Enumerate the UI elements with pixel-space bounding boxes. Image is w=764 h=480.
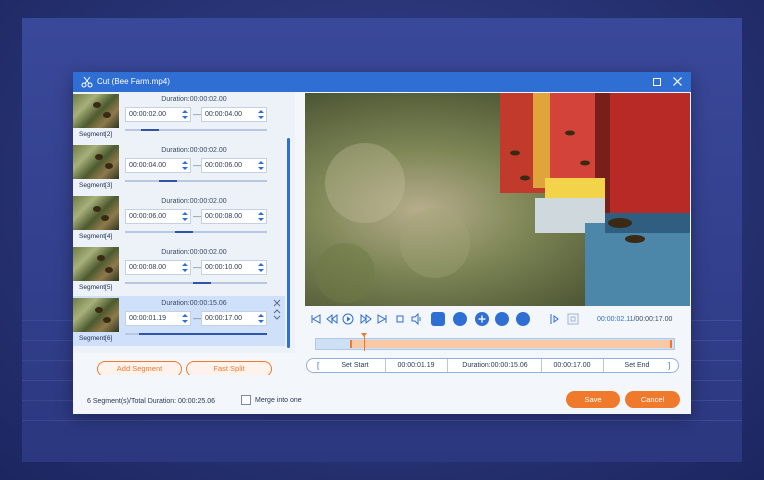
segment-item-selected[interactable]: Segment[6] Duration:00:00:15.06 00:00:01… (73, 296, 285, 346)
segment-duration: Duration:00:00:02.00 (161, 249, 227, 256)
set-start-button[interactable]: Set Start (323, 359, 387, 372)
segment-start-field[interactable]: 00:00:08.00 (125, 260, 191, 275)
move-down-icon[interactable] (273, 315, 281, 321)
spinner-icon[interactable] (258, 262, 264, 273)
spinner-icon[interactable] (182, 211, 188, 222)
segment-end-field[interactable]: 00:00:10.00 (201, 260, 267, 275)
spinner-icon[interactable] (182, 160, 188, 171)
range-duration: Duration:00:00:15.06 (462, 362, 528, 369)
playhead[interactable] (361, 333, 367, 351)
segment-thumbnail (73, 298, 119, 332)
set-range-bar: [ Set Start 00:00:01.19 Duration:00:00:1… (306, 358, 679, 373)
title-bar: Cut (Bee Farm.mp4) (73, 72, 691, 92)
range-dash: — (193, 314, 201, 323)
spinner-icon[interactable] (258, 109, 264, 120)
player-controls: 00:00:02.11/00:00:17.00 (305, 310, 690, 330)
segment-duration: Duration:00:00:02.00 (161, 147, 227, 154)
reset-icon[interactable] (516, 312, 530, 326)
segment-start-field[interactable]: 00:00:04.00 (125, 158, 191, 173)
segment-item[interactable]: Segment[5] Duration:00:00:02.00 00:00:08… (73, 245, 285, 295)
segment-summary: 6 Segment(s)/Total Duration: 00:00:25.06 (87, 398, 216, 405)
merge-checkbox[interactable] (241, 395, 251, 405)
spinner-icon[interactable] (182, 313, 188, 324)
duplicate-icon[interactable] (495, 312, 509, 326)
spinner-icon[interactable] (182, 109, 188, 120)
segment-range-bar (125, 129, 267, 131)
spinner-icon[interactable] (258, 160, 264, 171)
segment-end-field[interactable]: 00:00:04.00 (201, 107, 267, 122)
segment-label: Segment[6] (79, 335, 113, 342)
range-dash: — (193, 212, 201, 221)
stop-icon[interactable] (394, 313, 406, 325)
segment-end-field[interactable]: 00:00:08.00 (201, 209, 267, 224)
segment-start-field[interactable]: 00:00:06.00 (125, 209, 191, 224)
close-icon[interactable] (672, 76, 683, 87)
segment-duration: Duration:00:00:02.00 (161, 96, 227, 103)
delete-segment-icon[interactable] (273, 299, 281, 307)
bee-hive-frame (305, 93, 690, 306)
split-icon[interactable] (431, 312, 445, 326)
cancel-button[interactable]: Cancel (625, 391, 680, 408)
segment-range-bar (125, 333, 267, 335)
segment-list-scrollbar[interactable] (287, 138, 290, 348)
segment-start-field[interactable]: 00:00:01.19 (125, 311, 191, 326)
merge-label: Merge into one (255, 397, 302, 404)
segment-duration: Duration:00:00:15.06 (161, 300, 227, 307)
selected-range[interactable] (350, 340, 672, 348)
spinner-icon[interactable] (182, 262, 188, 273)
spinner-icon[interactable] (258, 313, 264, 324)
move-up-icon[interactable] (273, 308, 281, 314)
add-icon[interactable] (475, 312, 489, 326)
play-icon[interactable] (342, 313, 354, 325)
timeline[interactable] (315, 333, 675, 351)
fast-forward-icon[interactable] (360, 313, 372, 325)
maximize-icon[interactable] (653, 78, 661, 86)
window-title: Cut (Bee Farm.mp4) (97, 77, 170, 86)
segment-end-field[interactable]: 00:00:06.00 (201, 158, 267, 173)
spinner-icon[interactable] (258, 211, 264, 222)
range-dash: — (193, 161, 201, 170)
segment-range-bar (125, 231, 267, 233)
segment-duration: Duration:00:00:02.00 (161, 198, 227, 205)
rewind-icon[interactable] (326, 313, 338, 325)
segment-range-bar (125, 282, 267, 284)
range-dash: — (193, 110, 201, 119)
skip-end-icon[interactable] (376, 313, 388, 325)
volume-icon[interactable] (410, 313, 422, 325)
segment-start-field[interactable]: 00:00:02.00 (125, 107, 191, 122)
save-button[interactable]: Save (566, 391, 620, 408)
segment-item[interactable]: Segment[2] Duration:00:00:02.00 00:00:02… (73, 92, 285, 142)
bracket-end: ] (668, 361, 671, 370)
go-to-start-icon[interactable] (549, 313, 561, 325)
segment-label: Segment[2] (79, 131, 113, 138)
end-time-field[interactable]: 00:00:17.00 (543, 359, 601, 372)
skip-start-icon[interactable] (310, 313, 322, 325)
segment-label: Segment[3] (79, 182, 113, 189)
video-preview[interactable] (305, 93, 690, 306)
segment-label: Segment[4] (79, 233, 113, 240)
bracket-start: [ (317, 361, 320, 370)
scissors-icon (81, 76, 93, 88)
segment-thumbnail (73, 247, 119, 281)
segment-item[interactable]: Segment[3] Duration:00:00:02.00 00:00:04… (73, 143, 285, 193)
segment-end-field[interactable]: 00:00:17.00 (201, 311, 267, 326)
go-to-end-icon[interactable] (567, 313, 579, 325)
set-end-button[interactable]: Set End (605, 359, 669, 372)
range-dash: — (193, 263, 201, 272)
start-time-field[interactable]: 00:00:01.19 (387, 359, 445, 372)
segment-thumbnail (73, 145, 119, 179)
segment-thumbnail (73, 94, 119, 128)
segment-label: Segment[5] (79, 284, 113, 291)
segment-range-bar (125, 180, 267, 182)
segment-list: Segment[2] Duration:00:00:02.00 00:00:02… (73, 92, 295, 353)
segment-thumbnail (73, 196, 119, 230)
footer: 6 Segment(s)/Total Duration: 00:00:25.06… (73, 375, 691, 414)
cut-window: Cut (Bee Farm.mp4) Segment[2] Duration:0… (73, 72, 691, 414)
copy-segment-icon[interactable] (453, 312, 467, 326)
playback-time: 00:00:02.11/00:00:17.00 (597, 316, 673, 323)
segment-item[interactable]: Segment[4] Duration:00:00:02.00 00:00:06… (73, 194, 285, 244)
